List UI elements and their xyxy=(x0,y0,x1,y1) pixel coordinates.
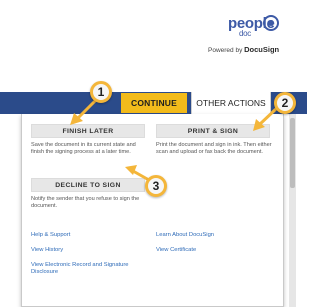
scroll-thumb[interactable] xyxy=(290,118,295,188)
view-history-link[interactable]: View History xyxy=(31,247,63,254)
powered-by-label: Powered by xyxy=(208,47,243,54)
callout-3: 3 xyxy=(145,175,167,197)
decline-description: Notify the sender that you refuse to sig… xyxy=(31,196,140,209)
other-actions-button[interactable]: OTHER ACTIONS xyxy=(191,92,271,114)
callout-2: 2 xyxy=(274,92,296,114)
continue-button[interactable]: CONTINUE xyxy=(121,93,187,113)
view-disclosure-link[interactable]: View Electronic Record and Signature Dis… xyxy=(31,262,151,276)
docusign-brand: DocuSign xyxy=(244,45,280,54)
logo-mark-icon xyxy=(263,15,279,31)
logo-sub: doc xyxy=(239,29,251,38)
finish-later-button[interactable]: FINISH LATER xyxy=(31,124,145,138)
callout-1: 1 xyxy=(90,81,112,103)
view-certificate-link[interactable]: View Certificate xyxy=(156,247,196,254)
help-support-link[interactable]: Help & Support xyxy=(31,232,70,239)
print-sign-button[interactable]: PRINT & SIGN xyxy=(156,124,270,138)
finish-later-description: Save the document in its current state a… xyxy=(31,142,136,155)
decline-to-sign-button[interactable]: DECLINE TO SIGN xyxy=(31,178,145,192)
header-area: people doc Powered by DocuSign xyxy=(0,0,307,92)
powered-by-docusign: Powered by DocuSign xyxy=(208,45,279,54)
learn-docusign-link[interactable]: Learn About DocuSign xyxy=(156,232,214,239)
print-sign-description: Print the document and sign in ink. Then… xyxy=(156,142,272,155)
